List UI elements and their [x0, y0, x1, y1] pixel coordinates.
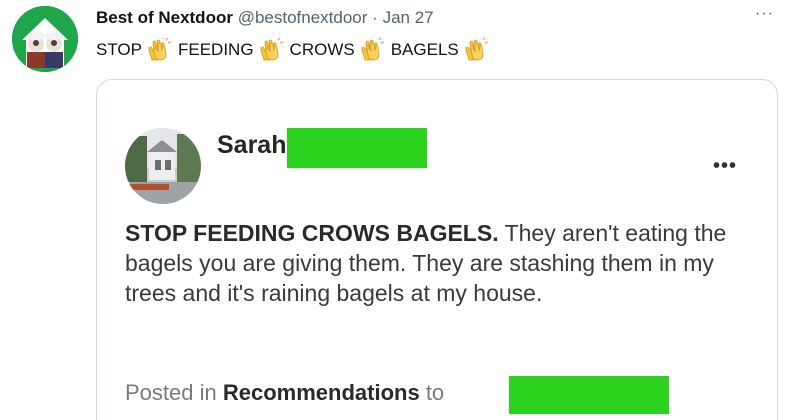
display-name[interactable]: Best of Nextdoor [96, 8, 233, 27]
tweet: Best of Nextdoor @bestofnextdoor · Jan 2… [0, 0, 800, 420]
tweet-text: STOP FEEDING CROWS BAGELS [96, 38, 495, 62]
embedded-author-avatar[interactable] [125, 128, 201, 204]
tweet-word: FEEDING [177, 40, 254, 59]
footer-category-link[interactable]: Recommendations [223, 380, 420, 405]
separator-dot: · [372, 8, 378, 27]
tweet-header: Best of Nextdoor @bestofnextdoor · Jan 2… [96, 8, 434, 28]
clapping-hands-icon [148, 38, 172, 61]
tweet-word: CROWS [289, 40, 355, 59]
tweet-word: STOP [96, 40, 142, 59]
redacted-neighborhood [509, 376, 669, 414]
embedded-post-card[interactable]: Sarah ••• STOP FEEDING CROWS BAGELS. The… [96, 79, 778, 420]
clapping-hands-icon [465, 38, 488, 61]
embedded-more-icon[interactable]: ••• [713, 156, 737, 176]
tweet-word: BAGELS [390, 40, 459, 59]
muppets-avatar-icon [12, 6, 78, 72]
author-handle[interactable]: @bestofnextdoor [238, 8, 368, 27]
author-avatar[interactable] [12, 6, 78, 72]
embedded-post-footer: Posted in Recommendations to [125, 378, 444, 408]
clapping-hands-icon [259, 38, 283, 61]
clapping-hands-icon [361, 38, 384, 61]
footer-prefix: Posted in [125, 380, 217, 405]
embedded-body-headline: STOP FEEDING CROWS BAGELS. [125, 220, 499, 246]
house-photo-icon [125, 128, 201, 204]
tweet-date[interactable]: Jan 27 [383, 8, 434, 27]
footer-to-label: to [425, 380, 445, 405]
embedded-author-name[interactable]: Sarah [217, 128, 286, 162]
embedded-post-body: STOP FEEDING CROWS BAGELS. They aren't e… [125, 218, 745, 308]
redacted-last-name [287, 128, 427, 168]
more-options-icon[interactable]: ··· [755, 6, 774, 22]
